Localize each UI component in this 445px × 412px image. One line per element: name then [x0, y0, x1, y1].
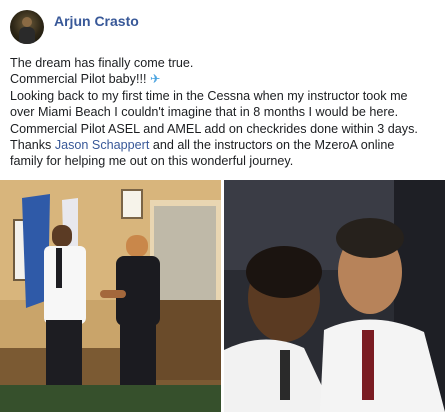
author-avatar[interactable] — [10, 10, 44, 44]
photo-right[interactable] — [224, 180, 445, 412]
post-line-7: family for helping me out on this wonder… — [10, 154, 294, 169]
post-line-1: The dream has finally come true. — [10, 56, 194, 70]
post-line-2: Commercial Pilot baby!!! ✈ — [10, 71, 438, 87]
post-line-5: Commercial Pilot ASEL and AMEL add on ch… — [10, 121, 418, 136]
airplane-icon: ✈ — [149, 72, 161, 87]
mention-link[interactable]: Jason Schappert — [55, 138, 150, 152]
post-line-6: Thanks Jason Schappert and all the instr… — [10, 137, 438, 153]
post-line-3: Looking back to my first time in the Ces… — [10, 88, 408, 103]
post-line-2-text: Commercial Pilot baby!!! — [10, 72, 147, 87]
post-header: Arjun Crasto — [10, 10, 139, 44]
post-line-6-before: Thanks — [10, 138, 55, 153]
author-name[interactable]: Arjun Crasto — [54, 13, 139, 29]
photo-grid — [0, 180, 445, 412]
post-text: The dream has finally come true. Commerc… — [10, 55, 438, 170]
photo-right-image — [224, 180, 445, 412]
post-line-4: over Miami Beach I couldn't imagine that… — [10, 105, 399, 120]
photo-left-image — [0, 180, 221, 412]
facebook-post: Arjun Crasto The dream has finally come … — [0, 0, 445, 412]
photo-left[interactable] — [0, 180, 221, 412]
post-line-6-after: and all the instructors on the MzeroA on… — [149, 138, 395, 153]
